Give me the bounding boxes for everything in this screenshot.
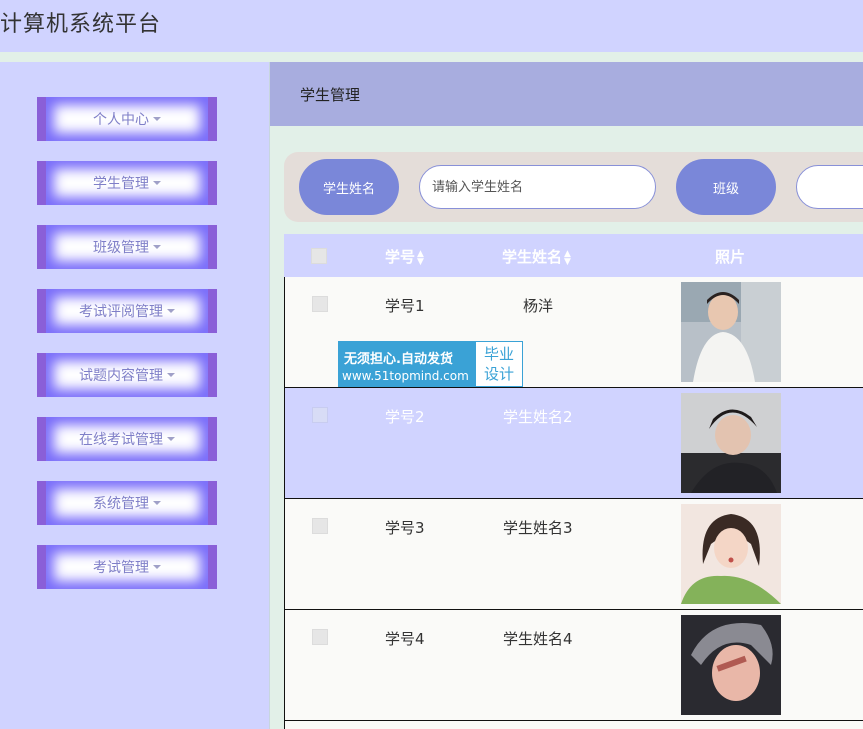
app-title: 计算机系统平台: [0, 12, 162, 37]
caret-down-icon: [153, 117, 161, 121]
sort-icon: ▲ ▼: [417, 248, 424, 267]
caret-down-icon: [167, 309, 175, 313]
watermark-badge-top: 毕业: [483, 345, 514, 363]
row-checkbox[interactable]: [312, 629, 328, 645]
student-id: 学号3: [385, 519, 425, 537]
sidebar-item-question-content[interactable]: 试题内容管理: [37, 353, 217, 397]
student-name: 杨洋: [523, 297, 554, 315]
breadcrumb: 学生管理: [270, 62, 863, 126]
caret-down-icon: [167, 437, 175, 441]
sidebar-item-student-management[interactable]: 学生管理: [37, 161, 217, 205]
student-id: 学号2: [385, 408, 425, 426]
student-photo: [681, 504, 781, 604]
table-row[interactable]: 学号2 学生姓名2: [284, 388, 863, 499]
class-search-input[interactable]: [796, 165, 863, 209]
table-row[interactable]: [284, 721, 863, 729]
watermark-line1: 无须担心.自动发货: [344, 352, 453, 367]
student-name: 学生姓名2: [503, 408, 573, 426]
student-photo: [681, 393, 781, 493]
main-content: 学生管理 学生姓名 班级 学号▲▼ 学生姓名▲▼ 照片 学号1 杨洋: [270, 62, 863, 729]
caret-down-icon: [153, 501, 161, 505]
table-header: 学号 ▲ ▼ 学生姓名 ▲ ▼ 照片: [284, 234, 863, 277]
table-row[interactable]: 学号3 学生姓名3: [284, 499, 863, 610]
sidebar-item-label: 考试管理: [93, 560, 149, 576]
sidebar-item-label: 系统管理: [93, 496, 149, 512]
watermark-banner: 无须担心.自动发货 www.51topmind.com 毕业 设计: [338, 341, 523, 387]
sidebar-item-label: 考试评阅管理: [79, 304, 163, 320]
column-header-photo: 照片: [715, 248, 746, 266]
caret-down-icon: [153, 181, 161, 185]
student-name-search-input[interactable]: [419, 165, 656, 209]
row-checkbox[interactable]: [312, 296, 328, 312]
watermark-badge-bottom: 设计: [483, 365, 514, 383]
watermark-badge: 毕业 设计: [476, 342, 522, 386]
sidebar-item-label: 试题内容管理: [79, 368, 163, 384]
sidebar-item-label: 在线考试管理: [79, 432, 163, 448]
sidebar-item-system-management[interactable]: 系统管理: [37, 481, 217, 525]
student-photo: [681, 282, 781, 382]
select-all-checkbox[interactable]: [311, 248, 327, 264]
sidebar: 个人中心 学生管理 班级管理 考试评阅管理 试题内容管理 在线考试管理 系统管理…: [0, 62, 269, 729]
sidebar-item-class-management[interactable]: 班级管理: [37, 225, 217, 269]
top-bar: 计算机系统平台: [0, 0, 863, 52]
caret-down-icon: [153, 245, 161, 249]
table-row[interactable]: 学号4 学生姓名4: [284, 610, 863, 721]
watermark-url: www.51topmind.com: [342, 369, 469, 383]
column-header-label: 学生姓名: [502, 248, 563, 266]
student-name-label: 学生姓名: [299, 159, 399, 215]
student-photo: [681, 615, 781, 715]
student-name: 学生姓名3: [503, 519, 573, 537]
sidebar-item-label: 学生管理: [93, 176, 149, 192]
student-id: 学号1: [385, 297, 425, 315]
sidebar-item-personal-center[interactable]: 个人中心: [37, 97, 217, 141]
sidebar-item-online-exam[interactable]: 在线考试管理: [37, 417, 217, 461]
sort-icon: ▲ ▼: [564, 248, 571, 267]
caret-down-icon: [153, 565, 161, 569]
row-checkbox[interactable]: [312, 407, 328, 423]
class-label: 班级: [676, 159, 776, 215]
sidebar-item-exam-review[interactable]: 考试评阅管理: [37, 289, 217, 333]
student-name: 学生姓名4: [503, 630, 573, 648]
row-checkbox[interactable]: [312, 518, 328, 534]
column-header-name[interactable]: 学生姓名 ▲ ▼: [502, 246, 571, 267]
sidebar-item-exam-management[interactable]: 考试管理: [37, 545, 217, 589]
column-header-label: 学号: [385, 248, 416, 266]
column-header-id[interactable]: 学号 ▲ ▼: [385, 246, 424, 267]
top-divider: [0, 52, 863, 62]
sidebar-item-label: 个人中心: [93, 112, 149, 128]
student-id: 学号4: [385, 630, 425, 648]
page-title: 学生管理: [300, 86, 361, 104]
sidebar-item-label: 班级管理: [93, 240, 149, 256]
caret-down-icon: [167, 373, 175, 377]
search-panel: 学生姓名 班级: [284, 152, 863, 222]
